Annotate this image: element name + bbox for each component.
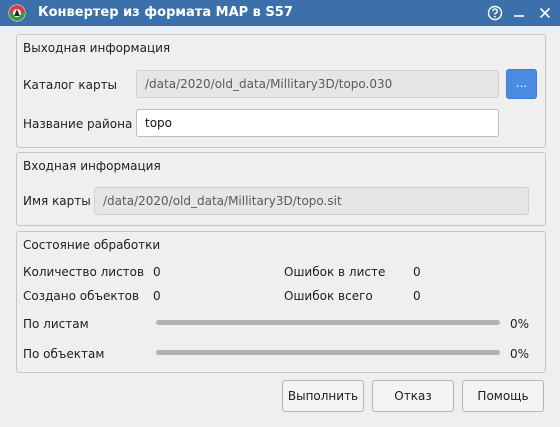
output-info-group: Выходная информация Каталог карты /data/… xyxy=(16,34,546,148)
input-info-group: Входная информация Имя карты /data/2020/… xyxy=(16,152,546,226)
converter-dialog: Конвертер из формата MAP в S57 Выходная … xyxy=(0,0,560,427)
objects-created-label: Создано объектов xyxy=(23,289,140,303)
output-group-title: Выходная информация xyxy=(23,41,171,55)
cancel-button[interactable]: Отказ xyxy=(372,380,454,412)
sheet-errors-value: 0 xyxy=(413,265,421,279)
by-objects-progress-bar xyxy=(156,350,500,355)
sheet-count-label: Количество листов xyxy=(23,265,145,279)
district-name-input[interactable]: topo xyxy=(136,109,499,137)
catalog-field[interactable]: /data/2020/old_data/Millitary3D/topo.030 xyxy=(136,70,499,98)
help-button[interactable]: Помощь xyxy=(462,380,544,412)
map-name-field[interactable]: /data/2020/old_data/Millitary3D/topo.sit xyxy=(94,187,529,215)
by-objects-percent: 0% xyxy=(510,347,530,361)
close-icon[interactable] xyxy=(532,0,558,26)
catalog-label: Каталог карты xyxy=(23,78,118,92)
help-icon[interactable] xyxy=(482,0,508,26)
window-title: Конвертер из формата MAP в S57 xyxy=(38,5,293,20)
total-errors-label: Ошибок всего xyxy=(284,289,373,303)
sheet-errors-label: Ошибок в листе xyxy=(284,265,386,279)
minimize-icon[interactable] xyxy=(506,0,532,26)
district-name-label: Название района xyxy=(23,117,133,131)
status-group-title: Состояние обработки xyxy=(23,238,161,252)
by-sheets-progress-bar xyxy=(156,320,500,325)
browse-button[interactable]: ... xyxy=(506,69,537,99)
run-button[interactable]: Выполнить xyxy=(282,380,364,412)
processing-status-group: Состояние обработки Количество листов 0 … xyxy=(16,231,546,373)
by-objects-label: По объектам xyxy=(23,347,105,361)
input-group-title: Входная информация xyxy=(23,159,161,173)
title-bar: Конвертер из формата MAP в S57 xyxy=(0,0,560,26)
total-errors-value: 0 xyxy=(413,289,421,303)
app-logo-icon xyxy=(8,4,26,22)
by-sheets-percent: 0% xyxy=(510,317,530,331)
sheet-count-value: 0 xyxy=(153,265,161,279)
objects-created-value: 0 xyxy=(153,289,161,303)
by-sheets-label: По листам xyxy=(23,317,89,331)
map-name-label: Имя карты xyxy=(23,194,91,208)
